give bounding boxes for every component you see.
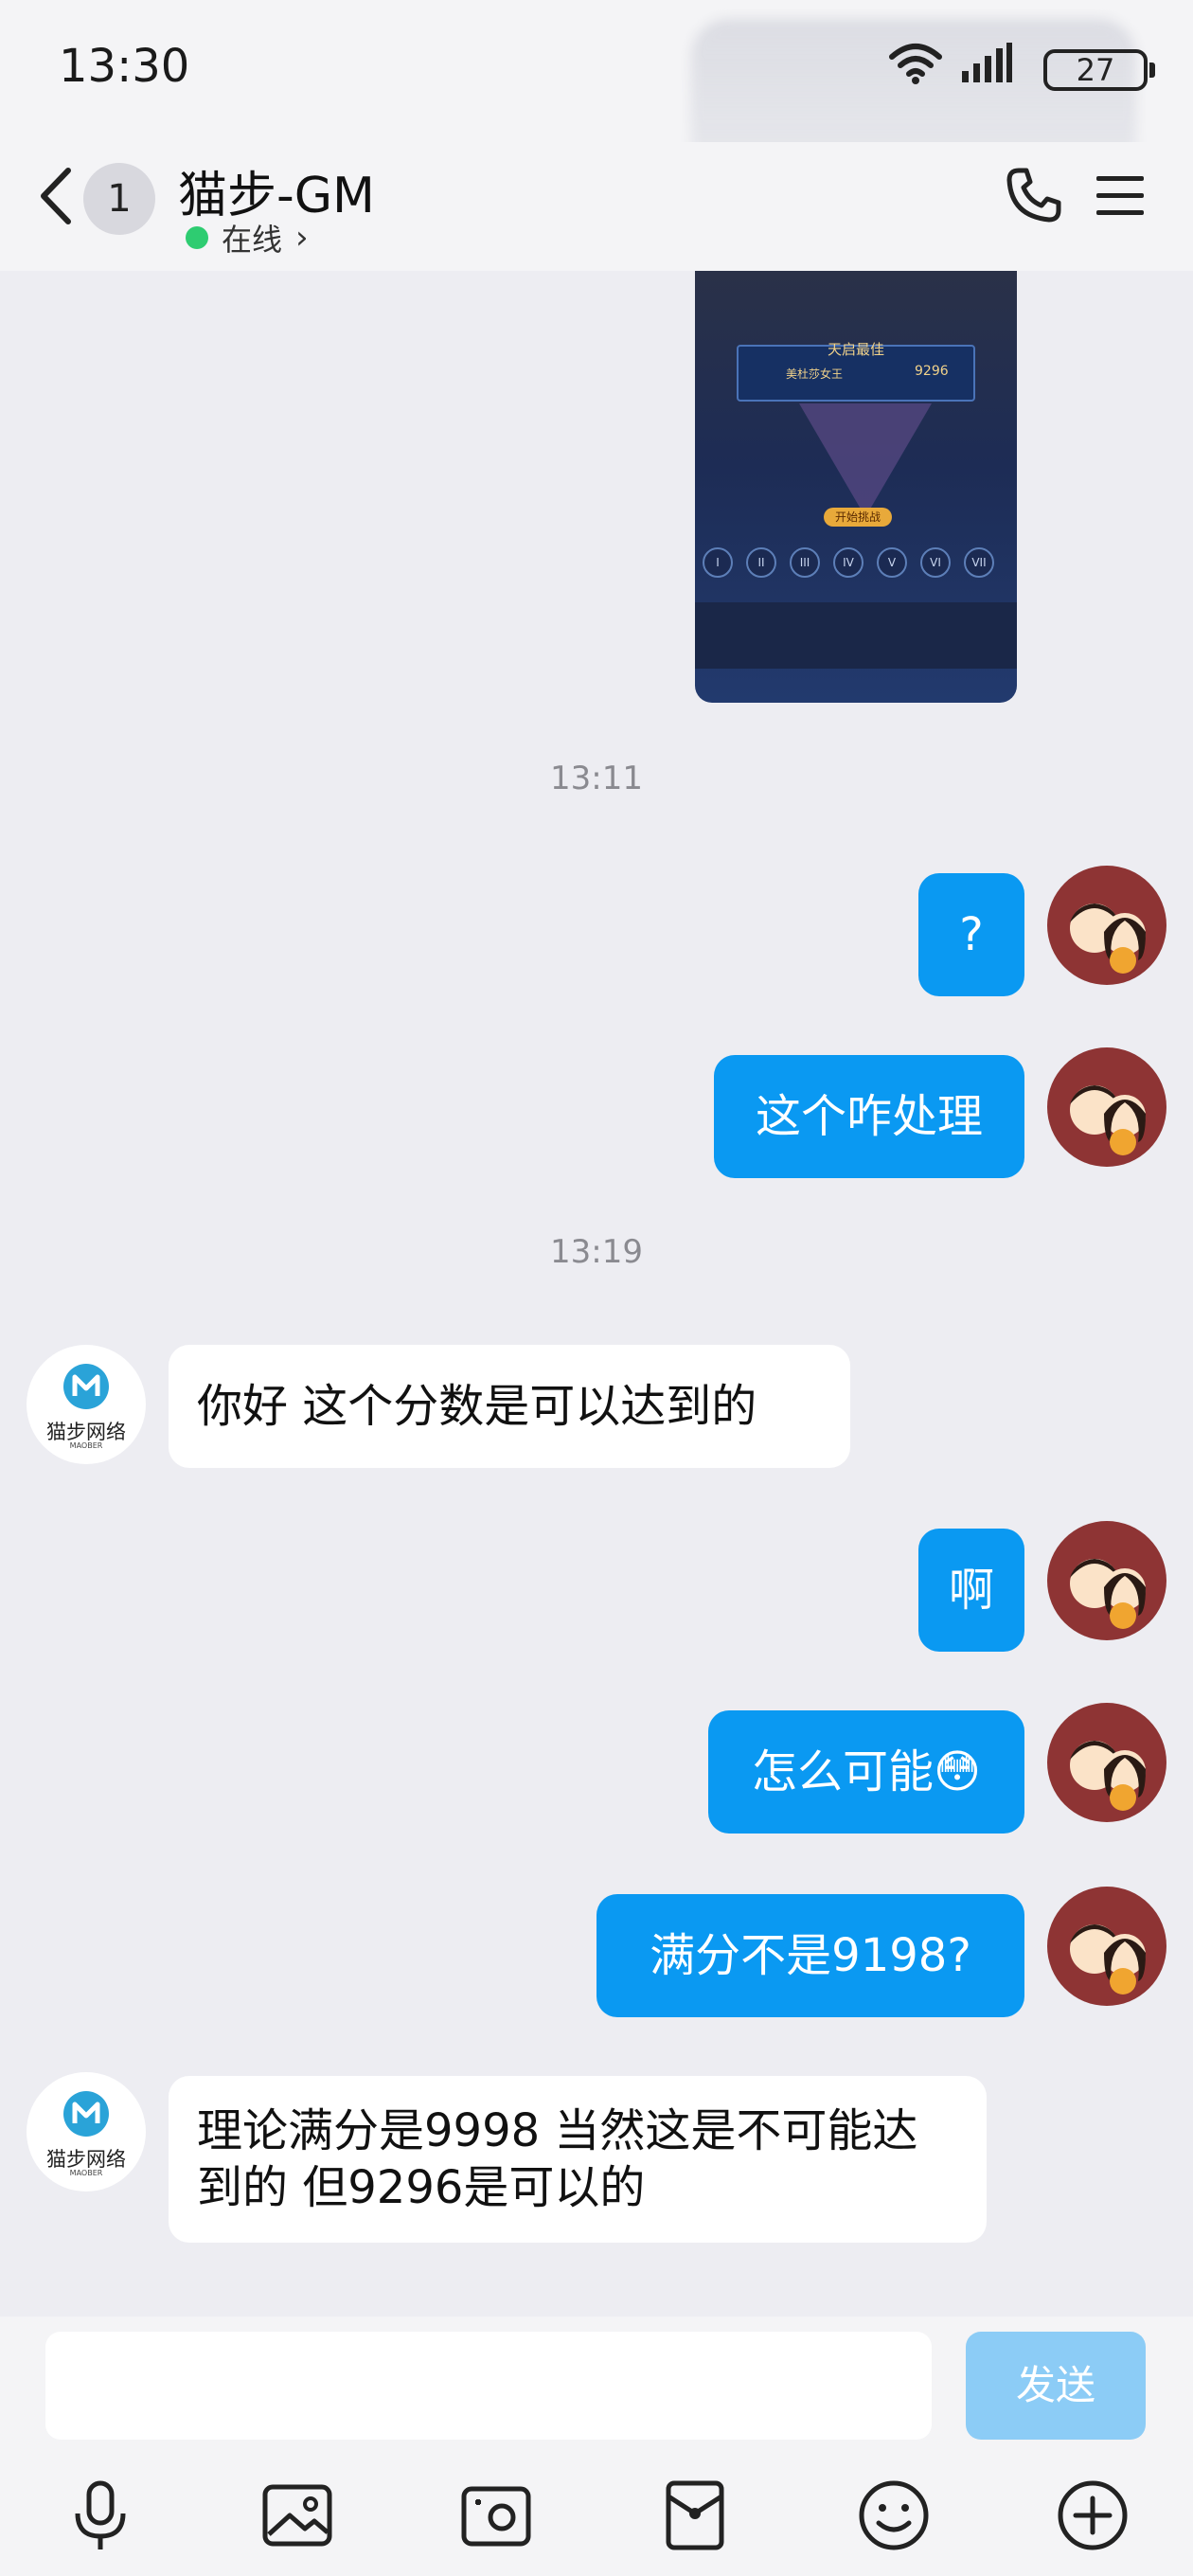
unread-count-badge[interactable]: 1 (83, 163, 155, 235)
input-bar: 发送 (0, 2317, 1193, 2576)
game-level: I (703, 547, 733, 578)
user-avatar[interactable] (1047, 866, 1166, 985)
game-level: V (877, 547, 907, 578)
message-list[interactable]: 天启最佳 美杜莎女王 9296 开始挑战 I II III IV V VI VI… (0, 271, 1193, 2317)
online-status[interactable]: 在线 › (186, 216, 309, 259)
game-level: III (790, 547, 820, 578)
online-dot-icon (186, 226, 208, 249)
emoji-icon[interactable] (856, 2478, 932, 2553)
back-arrow-icon[interactable] (34, 163, 81, 229)
gm-avatar[interactable]: 猫步网络 MAOBER (27, 2072, 146, 2191)
camera-icon[interactable] (458, 2478, 534, 2553)
gm-avatar-sub: MAOBER (69, 1441, 103, 1450)
chevron-right-icon: › (295, 219, 309, 257)
game-score: 9296 (915, 364, 949, 379)
gm-avatar[interactable]: 猫步网络 MAOBER (27, 1345, 146, 1464)
message-bubble-sent[interactable]: 啊 (918, 1529, 1024, 1652)
game-start-button: 开始挑战 (824, 508, 892, 527)
game-player-name: 美杜莎女王 (786, 367, 844, 381)
user-avatar[interactable] (1047, 1521, 1166, 1640)
send-button[interactable]: 发送 (966, 2332, 1146, 2440)
microphone-icon[interactable] (62, 2478, 138, 2553)
message-bubble-sent[interactable]: 这个咋处理 (714, 1055, 1024, 1178)
plus-icon[interactable] (1055, 2478, 1131, 2553)
message-bubble-received[interactable]: 你好 这个分数是可以达到的 (169, 1345, 850, 1468)
message-bubble-sent[interactable]: ? (918, 873, 1024, 996)
gm-avatar-sub: MAOBER (69, 2169, 103, 2177)
user-avatar[interactable] (1047, 1047, 1166, 1167)
game-graphic (799, 403, 932, 517)
message-timestamp: 13:19 (550, 1233, 643, 1271)
game-level: II (746, 547, 776, 578)
game-level: VI (920, 547, 951, 578)
online-status-text: 在线 (222, 222, 283, 258)
status-bar: 13:30 27 (0, 0, 1193, 256)
message-timestamp: 13:11 (550, 760, 643, 797)
message-bubble-sent[interactable]: 怎么可能😳 (708, 1710, 1024, 1834)
game-level: IV (833, 547, 864, 578)
message-input[interactable] (45, 2332, 932, 2440)
menu-icon[interactable] (1093, 169, 1148, 224)
game-panel-title: 天启最佳 (828, 341, 885, 358)
phone-call-icon[interactable] (1004, 165, 1064, 225)
status-time: 13:30 (59, 40, 190, 93)
game-level: VII (964, 547, 994, 578)
wifi-icon (888, 42, 943, 85)
image-icon[interactable] (259, 2478, 335, 2553)
message-bubble-sent[interactable]: 满分不是9198? (596, 1894, 1024, 2017)
battery-icon: 27 (1043, 49, 1155, 91)
message-bubble-received[interactable]: 理论满分是9998 当然这是不可能达到的 但9296是可以的 (169, 2076, 987, 2243)
user-avatar[interactable] (1047, 1703, 1166, 1822)
red-packet-icon[interactable] (657, 2478, 733, 2553)
user-avatar[interactable] (1047, 1887, 1166, 2006)
chat-header: 1 猫步-GM 在线 › (0, 142, 1193, 271)
signal-icon (960, 43, 1013, 84)
game-bottom-bar (695, 602, 1017, 669)
game-levels: I II III IV V VI VII (703, 547, 994, 578)
shared-game-screenshot[interactable]: 天启最佳 美杜莎女王 9296 开始挑战 I II III IV V VI VI… (695, 271, 1017, 703)
status-icons (888, 42, 1013, 85)
